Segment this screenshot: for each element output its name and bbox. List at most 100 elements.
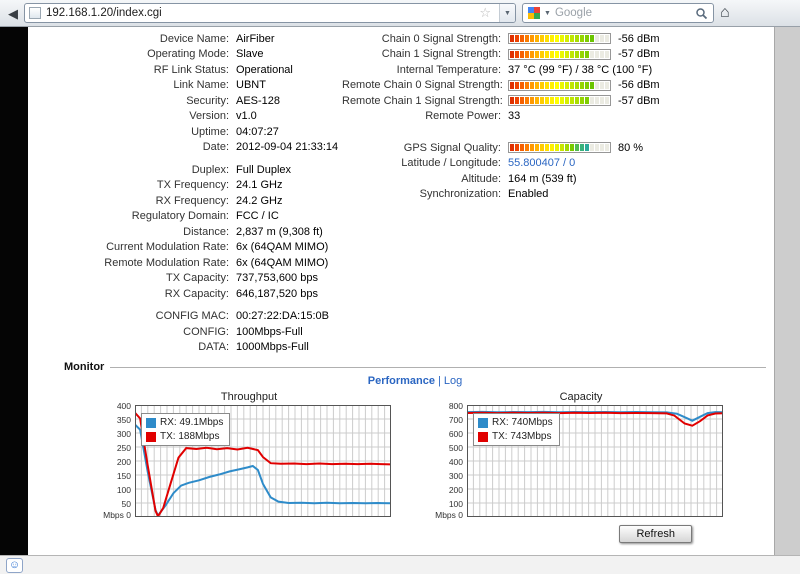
field-label: GPS Signal Quality: [403,141,501,154]
gauge-segment [585,97,589,105]
field-value: 737,753,600 bps [236,272,318,285]
gauge-segment [565,50,569,58]
field-value-area: AES-128 [236,95,280,107]
field-value: 646,187,520 bps [236,287,318,300]
gauge-segment [535,144,539,152]
field-value-area: 164 m (539 ft) [508,173,576,185]
status-row: CONFIG: 100Mbps-Full [64,324,342,340]
y-axis-label: 200 [116,457,131,467]
field-value-area: 24.1 GHz [236,179,282,191]
gauge-segment [510,35,514,43]
gauge-segment [530,97,534,105]
throughput-chart: Throughput 400 350 300 250 200 150 100 50 Mbps 0… [103,391,395,520]
gauge-segment [605,144,609,152]
gauge-segment [550,81,554,89]
gauge-segment [535,81,539,89]
field-value-area: Operational [236,64,293,76]
gauge-segment [535,50,539,58]
y-axis-label: 400 [448,457,463,467]
field-label: Device Name: [159,32,229,45]
field-value-area: 24.2 GHz [236,195,282,207]
field-label: Chain 1 Signal Strength: [381,48,501,61]
gauge-segment [565,97,569,105]
coordinates-link[interactable]: 55.800407 / 0 [508,157,575,169]
legend-label: RX: 49.1Mbps [160,417,224,428]
chart-y-axis: 400 350 300 250 200 150 100 50 Mbps 0 [103,401,135,520]
gauge-segment [575,35,579,43]
gauge-segment [520,97,524,105]
legend-swatch [146,417,156,428]
status-row: Link Name: UBNT [64,78,342,94]
gauge-segment [525,35,529,43]
chart-y-axis: 800 700 600 500 400 300 200 100 Mbps 0 [435,401,467,520]
gauge-segment [595,144,599,152]
status-group: Duplex: Full Duplex TX Frequency: 24.1 GHz R… [64,162,342,302]
field-label: Version: [189,110,229,123]
field-label: Regulatory Domain: [131,210,229,223]
chart-body: 400 350 300 250 200 150 100 50 Mbps 0 RX: 49.1Mb… [103,401,395,520]
gauge-segment [520,81,524,89]
field-value-area: 6x (64QAM MIMO) [236,241,328,253]
field-value: -56 dBm [618,32,660,45]
search-input[interactable]: Google [555,7,691,19]
status-group: CONFIG MAC: 00:27:22:DA:15:0B CONFIG: 100Mb… [64,309,342,356]
url-bar[interactable]: 192.168.1.20/index.cgi ☆ ▼ [24,3,516,23]
gauge-segment [605,35,609,43]
gauge-segment [515,50,519,58]
field-value: AirFiber [236,32,275,45]
field-value-area: 2,837 m (9,308 ft) [236,226,323,238]
status-group: GPS Signal Quality: 80 % Latitude / Longit… [342,140,766,202]
window-right-edge [774,27,800,555]
bookmark-star-icon[interactable]: ☆ [476,5,494,21]
field-label: Altitude: [461,172,501,185]
status-left-column: Device Name: AirFiber Operating Mode: Slave… [64,31,342,355]
status-row: Uptime: 04:07:27 [64,124,342,140]
search-box[interactable]: ▼ Google [522,3,714,23]
field-value-area: 1000Mbps-Full [236,341,309,353]
gauge-segment [560,97,564,105]
status-row: RX Frequency: 24.2 GHz [64,193,342,209]
status-section: Device Name: AirFiber Operating Mode: Slave… [64,31,766,355]
field-value-area: 04:07:27 [236,126,279,138]
home-button[interactable]: ⌂ [720,5,730,21]
field-label: Duplex: [191,163,229,176]
refresh-button[interactable]: Refresh [619,525,692,543]
status-row: Distance: 2,837 m (9,308 ft) [64,224,342,240]
signal-gauge [508,33,611,45]
engine-dropdown-icon[interactable]: ▼ [544,10,551,17]
chart-title: Capacity [559,391,603,403]
legend-item: TX: 743Mbps [478,431,553,442]
field-label: Uptime: [191,125,229,138]
field-value: v1.0 [236,110,257,123]
y-axis-label: 350 [116,415,131,425]
back-button[interactable]: ◀ [8,7,18,20]
gauge-segment [555,144,559,152]
gauge-segment [510,50,514,58]
field-value: -57 dBm [618,48,660,61]
field-value-area: -57 dBm [508,95,660,107]
gauge-segment [570,144,574,152]
gauge-segment [550,144,554,152]
field-label: Remote Chain 0 Signal Strength: [342,79,503,92]
field-value-area: 646,187,520 bps [236,288,318,300]
log-link[interactable]: Log [444,375,462,387]
gauge-segment [540,50,544,58]
gauge-segment [510,144,514,152]
status-row: Remote Modulation Rate: 6x (64QAM MIMO) [64,255,342,271]
y-axis-label: 700 [448,415,463,425]
gauge-segment [600,144,604,152]
gauge-segment [595,35,599,43]
monitor-divider [110,367,766,368]
search-magnifier-icon[interactable] [695,7,708,20]
field-value: 1000Mbps-Full [236,341,309,354]
url-dropdown-button[interactable]: ▼ [499,4,515,22]
gauge-segment [515,144,519,152]
field-label: Remote Chain 1 Signal Strength: [342,94,503,107]
performance-link[interactable]: Performance [368,375,435,387]
status-bar-addon-icon[interactable]: ☺ [6,557,23,573]
field-value: AES-128 [236,94,281,107]
gauge-segment [565,81,569,89]
field-label: Current Modulation Rate: [106,241,229,254]
gauge-segment [570,35,574,43]
gauge-segment [550,97,554,105]
